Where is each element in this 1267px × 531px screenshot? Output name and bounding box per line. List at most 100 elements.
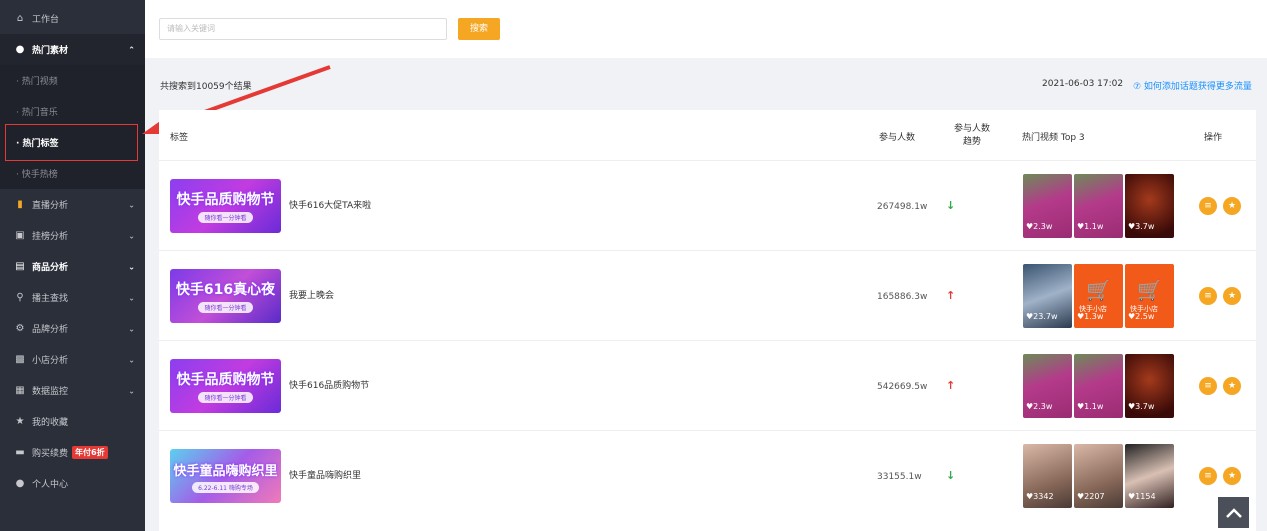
search-bar: 请输入关键词 搜索 (145, 0, 1267, 58)
chevron-down-icon: ⌄ (128, 231, 135, 240)
nav-item-shop-analysis[interactable]: ▩ 小店分析 ⌄ (0, 344, 145, 375)
nav-item-brand-analysis[interactable]: ⚙ 品牌分析 ⌄ (0, 313, 145, 344)
card-icon: ▬ (15, 447, 25, 458)
monitor-icon: ▦ (15, 385, 25, 396)
chevron-down-icon: ⌄ (128, 386, 135, 395)
nav-item-purchase-renew[interactable]: ▬ 购买续费 年付6折 (0, 437, 145, 468)
banner-title: 快手品质购物节 (176, 372, 275, 388)
nav-item-data-monitor[interactable]: ▦ 数据监控 ⌄ (0, 375, 145, 406)
nav-label: 播主查找 (32, 294, 69, 304)
nav-label: 购买续费 (32, 449, 69, 459)
home-icon: ⌂ (16, 13, 24, 24)
view-count: 1.3w (1077, 312, 1103, 321)
tag-name[interactable]: 快手616大促TA来啦 (289, 198, 371, 211)
participants-count: 33155.1w (877, 472, 922, 482)
view-count: 3.7w (1128, 222, 1154, 231)
sub-item-kuaishou-hotlist[interactable]: · 快手热榜 (0, 158, 145, 189)
video-thumbnail[interactable]: 2207 (1074, 444, 1123, 508)
favorite-star-icon[interactable]: ★ (1223, 197, 1241, 215)
banner-subtitle: 随你看一分钟看 (198, 302, 253, 313)
video-thumbnail[interactable]: 3.7w (1125, 174, 1174, 238)
nav-item-workbench[interactable]: ⌂ 工作台 (0, 3, 145, 34)
table-header: 标签 参与人数 参与人数 趋势 热门视频 Top 3 操作 (159, 110, 1256, 161)
nav-label: 热门素材 (32, 46, 69, 56)
video-thumbnail[interactable]: 🛒 快手小店 2.5w (1125, 264, 1174, 328)
user-icon: ● (15, 478, 25, 489)
sub-item-hot-videos[interactable]: · 热门视频 (0, 65, 145, 96)
favorite-star-icon[interactable]: ★ (1223, 467, 1241, 485)
view-count: 23.7w (1026, 312, 1057, 321)
chevron-down-icon: ⌄ (128, 355, 135, 364)
view-count: 2.3w (1026, 402, 1052, 411)
tag-banner[interactable]: 快手品质购物节 随你看一分钟看 (170, 179, 281, 233)
chevron-down-icon: ⌄ (128, 324, 135, 333)
brand-icon: ⚙ (15, 323, 25, 334)
table-row[interactable]: 快手616真心夜 随你看一分钟看 我要上晚会 165886.3w ↑ 23.7w… (159, 251, 1256, 341)
tag-banner[interactable]: 快手616真心夜 随你看一分钟看 (170, 269, 281, 323)
nav-label: 数据监控 (32, 387, 69, 397)
nav-label: 我的收藏 (32, 418, 69, 428)
banner-title: 快手童品嗨购织里 (173, 463, 278, 479)
shop-icon: ▩ (15, 354, 25, 365)
sub-item-hot-music[interactable]: · 热门音乐 (0, 96, 145, 127)
scroll-top-button[interactable] (1218, 497, 1249, 528)
chevron-down-icon: ⌄ (128, 293, 135, 302)
nav-item-product-analysis[interactable]: ▤ 商品分析 ⌄ (0, 251, 145, 282)
participants-count: 165886.3w (877, 292, 928, 302)
video-thumbnail[interactable]: 1154 (1125, 444, 1174, 508)
nav-item-my-favorites[interactable]: ★ 我的收藏 (0, 406, 145, 437)
nav-item-personal-center[interactable]: ● 个人中心 (0, 468, 145, 499)
detail-list-icon[interactable]: ≡ (1199, 467, 1217, 485)
header-ops: 操作 (1204, 133, 1223, 143)
banner-title: 快手616真心夜 (175, 282, 276, 298)
video-thumbnail[interactable]: 1.1w (1074, 354, 1123, 418)
banner-title: 快手品质购物节 (176, 192, 275, 208)
cart-icon: 🛒 (1137, 278, 1162, 302)
video-thumbnail[interactable]: 🛒 快手小店 1.3w (1074, 264, 1123, 328)
banner-subtitle: 随你看一分钟看 (198, 392, 253, 403)
search-icon: ⚲ (16, 292, 24, 303)
favorite-star-icon[interactable]: ★ (1223, 287, 1241, 305)
table-row[interactable]: 快手童品嗨购织里 6.22-6.11 嗨购专场 快手童品嗨购织里 33155.1… (159, 431, 1256, 521)
video-thumbnail[interactable]: 3.7w (1125, 354, 1174, 418)
search-button[interactable]: 搜索 (458, 18, 500, 40)
view-count: 2207 (1077, 492, 1104, 501)
view-count: 3342 (1026, 492, 1053, 501)
video-thumbnail[interactable]: 1.1w (1074, 174, 1123, 238)
table-row[interactable]: 快手品质购物节 随你看一分钟看 快手616大促TA来啦 267498.1w ↓ … (159, 161, 1256, 251)
detail-list-icon[interactable]: ≡ (1199, 197, 1217, 215)
nav-item-live-analysis[interactable]: ▮ 直播分析 ⌄ (0, 189, 145, 220)
trend-down-icon: ↓ (946, 469, 956, 482)
chevron-down-icon: ⌄ (128, 262, 135, 271)
nav-label: 直播分析 (32, 201, 69, 211)
chevron-down-icon: ⌄ (128, 200, 135, 209)
nav-item-hot-materials[interactable]: ● 热门素材 ⌃ (0, 34, 145, 65)
table-row[interactable]: 快手品质购物节 随你看一分钟看 快手616品质购物节 542669.5w ↑ 2… (159, 341, 1256, 431)
detail-list-icon[interactable]: ≡ (1199, 287, 1217, 305)
tag-banner[interactable]: 快手童品嗨购织里 6.22-6.11 嗨购专场 (170, 449, 281, 503)
header-top-videos: 热门视频 Top 3 (1022, 133, 1085, 143)
nav-label: 品牌分析 (32, 325, 69, 335)
video-thumbnail[interactable]: 2.3w (1023, 354, 1072, 418)
search-input[interactable]: 请输入关键词 (159, 18, 447, 40)
tag-name[interactable]: 我要上晚会 (289, 288, 334, 301)
view-count: 2.5w (1128, 312, 1154, 321)
detail-list-icon[interactable]: ≡ (1199, 377, 1217, 395)
bag-icon: ▤ (15, 261, 25, 272)
video-thumbnail[interactable]: 2.3w (1023, 174, 1072, 238)
header-participants: 参与人数 (879, 133, 916, 143)
help-link[interactable]: ⑦ 如何添加话题获得更多流量 (1133, 79, 1252, 92)
tag-name[interactable]: 快手616品质购物节 (289, 378, 369, 391)
nav-item-ranking-analysis[interactable]: ▣ 挂榜分析 ⌄ (0, 220, 145, 251)
participants-count: 542669.5w (877, 382, 928, 392)
chevron-up-icon (1225, 507, 1242, 518)
result-count: 共搜索到10059个结果 (160, 82, 252, 92)
banner-subtitle: 6.22-6.11 嗨购专场 (192, 481, 259, 493)
favorite-star-icon[interactable]: ★ (1223, 377, 1241, 395)
tag-banner[interactable]: 快手品质购物节 随你看一分钟看 (170, 359, 281, 413)
tag-name[interactable]: 快手童品嗨购织里 (289, 468, 361, 481)
video-thumbnail[interactable]: 3342 (1023, 444, 1072, 508)
video-thumbnail[interactable]: 23.7w (1023, 264, 1072, 328)
nav-item-streamer-search[interactable]: ⚲ 播主查找 ⌄ (0, 282, 145, 313)
sidebar: ⌂ 工作台 ● 热门素材 ⌃ · 热门视频 · 热门音乐 · 热门标签 · 快手… (0, 0, 145, 531)
